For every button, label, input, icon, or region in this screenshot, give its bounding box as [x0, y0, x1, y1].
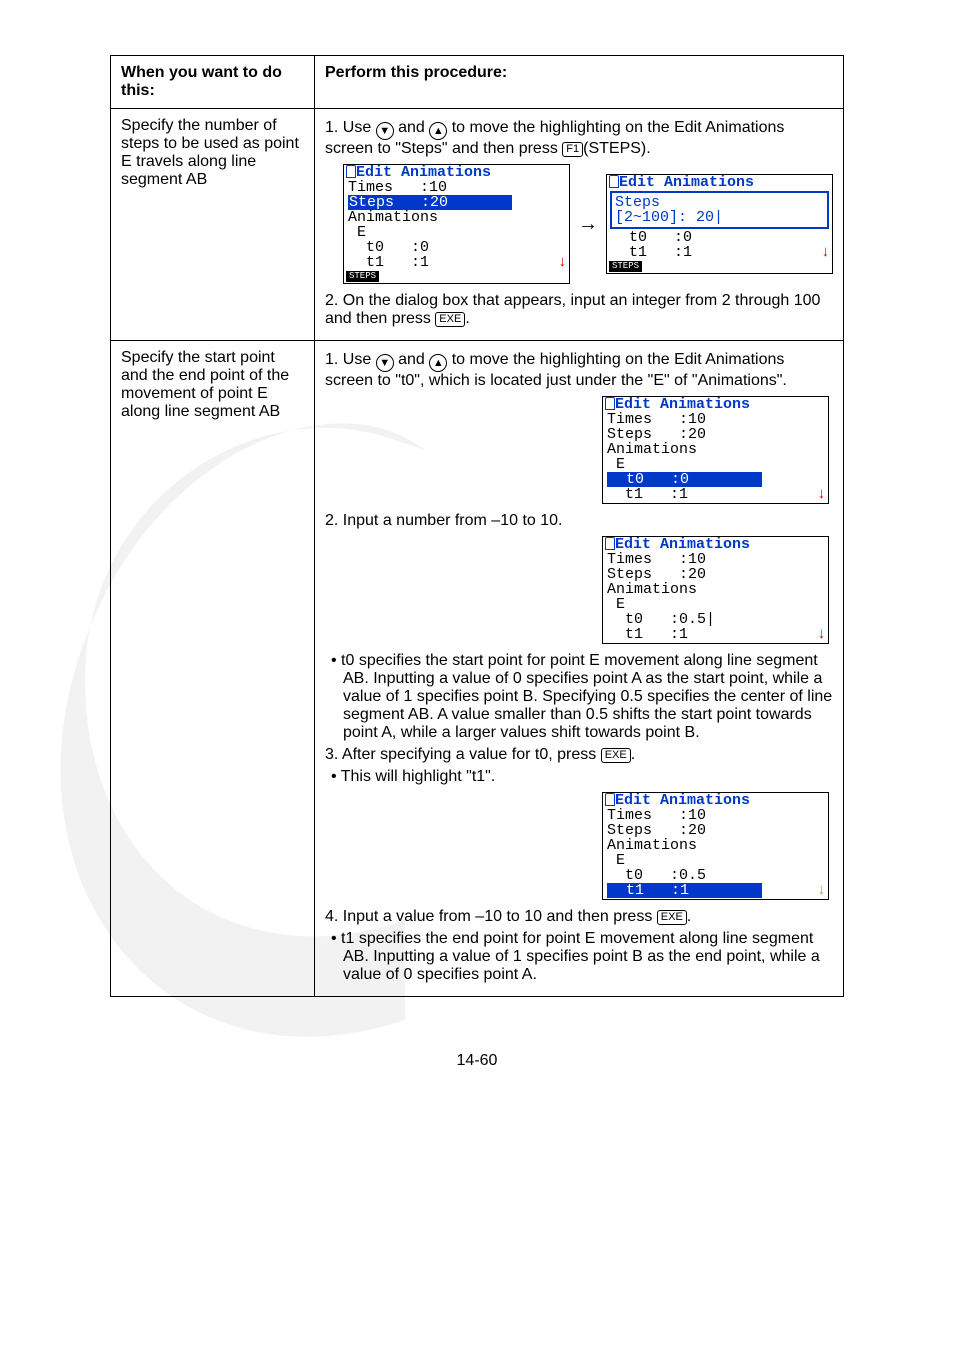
- lcd-line: Steps :20: [603, 823, 828, 838]
- scroll-down-icon: ↓: [817, 883, 826, 898]
- lcd-screen-steps-dialog: Edit Animations Steps [2~100]: 20| t0 :0…: [606, 174, 833, 274]
- header-col2: Perform this procedure:: [315, 56, 844, 109]
- row2-step4: 4. Input a value from –10 to 10 and then…: [325, 908, 833, 926]
- lcd-line: Times :10: [344, 180, 569, 195]
- lcd-line: t1 :1 ↓: [603, 627, 828, 642]
- text: (STEPS).: [583, 140, 651, 157]
- lcd-title: Edit Animations: [615, 537, 750, 552]
- up-key-icon: ▲: [429, 122, 447, 140]
- row1-step1: 1. Use ▼ and ▲ to move the highlighting …: [325, 119, 833, 158]
- lcd-title: Edit Animations: [615, 397, 750, 412]
- text: 3. After specifying a value for t0, pres…: [325, 746, 601, 763]
- text: 1. Use: [325, 119, 376, 136]
- lcd-line: E: [603, 457, 828, 472]
- row1-step2: 2. On the dialog box that appears, input…: [325, 292, 833, 328]
- lcd-dialog: Steps [2~100]: 20|: [610, 191, 829, 229]
- lcd-title: Edit Animations: [619, 175, 754, 190]
- text: and: [394, 351, 430, 368]
- lcd-line: E: [603, 853, 828, 868]
- row2-procedure: 1. Use ▼ and ▲ to move the highlighting …: [315, 341, 844, 997]
- row2-task: Specify the start point and the end poin…: [111, 341, 315, 997]
- lcd-screen-t0-input: Edit Animations Times :10 Steps :20 Anim…: [602, 536, 829, 644]
- scroll-down-icon: ↓: [821, 245, 830, 260]
- scroll-down-icon: ↓: [817, 487, 826, 502]
- lcd-line: Times :10: [603, 412, 828, 427]
- down-key-icon: ▼: [376, 122, 394, 140]
- row2-bullet2: • This will highlight "t1".: [331, 768, 833, 786]
- text: 4. Input a value from –10 to 10 and then…: [325, 908, 657, 925]
- lcd-screen-t1-highlighted: Edit Animations Times :10 Steps :20 Anim…: [602, 792, 829, 900]
- fkey-label: STEPS: [609, 261, 642, 272]
- text: .: [465, 310, 469, 327]
- text: t1 :1: [348, 254, 429, 271]
- lcd-hl-label: t1: [608, 882, 644, 899]
- lcd-line: Animations: [603, 442, 828, 457]
- header-col1: When you want to do this:: [111, 56, 315, 109]
- exe-key-icon: EXE: [435, 312, 465, 327]
- lcd-hl-val: :1: [671, 882, 689, 899]
- dialog-title: Steps: [615, 195, 824, 210]
- row2-step3: 3. After specifying a value for t0, pres…: [325, 746, 833, 764]
- text: t1 :1: [607, 626, 688, 643]
- down-key-icon: ▼: [376, 354, 394, 372]
- row2-bullet1: • t0 specifies the start point for point…: [331, 652, 833, 742]
- fkey-label: STEPS: [346, 271, 379, 282]
- lcd-line: t1 :1 ↓: [344, 255, 569, 270]
- lcd-title: Edit Animations: [356, 165, 491, 180]
- lcd-line: Animations: [603, 838, 828, 853]
- f1-key-icon: F1: [562, 142, 583, 157]
- exe-key-icon: EXE: [657, 910, 687, 925]
- procedure-table: When you want to do this: Perform this p…: [110, 55, 844, 997]
- text: .: [631, 746, 635, 763]
- lcd-line: t0 :0.5|: [603, 612, 828, 627]
- scroll-down-icon: ↓: [558, 255, 567, 270]
- lcd-title: Edit Animations: [615, 793, 750, 808]
- scroll-down-icon: ↓: [817, 627, 826, 642]
- lcd-line: Times :10: [603, 552, 828, 567]
- lcd-line: Steps :20: [344, 195, 569, 210]
- text: t1 :1: [607, 486, 688, 503]
- row1-procedure: 1. Use ▼ and ▲ to move the highlighting …: [315, 109, 844, 341]
- lcd-line: t1 :1 ↓: [603, 487, 828, 502]
- lcd-line: Steps :20: [603, 427, 828, 442]
- page-number: 14-60: [110, 1052, 844, 1070]
- row1-task: Specify the number of steps to be used a…: [111, 109, 315, 341]
- lcd-line: t0 :0: [603, 472, 828, 487]
- text: t1 :1: [611, 244, 692, 261]
- lcd-screen-t0-highlighted: Edit Animations Times :10 Steps :20 Anim…: [602, 396, 829, 504]
- lcd-line: t0 :0.5: [603, 868, 828, 883]
- lcd-line: t0 :0: [607, 230, 832, 245]
- lcd-line: Times :10: [603, 808, 828, 823]
- lcd-line: Animations: [344, 210, 569, 225]
- text: 1. Use: [325, 351, 376, 368]
- dialog-input: [2~100]: 20|: [615, 210, 824, 225]
- lcd-line: Steps :20: [603, 567, 828, 582]
- row2-step1: 1. Use ▼ and ▲ to move the highlighting …: [325, 351, 833, 390]
- arrow-right-icon: →: [578, 213, 598, 236]
- up-key-icon: ▲: [429, 354, 447, 372]
- lcd-line: Animations: [603, 582, 828, 597]
- lcd-line: E: [344, 225, 569, 240]
- lcd-line: t0 :0: [344, 240, 569, 255]
- lcd-line: t1 :1 ↓: [603, 883, 828, 898]
- row2-bullet3: • t1 specifies the end point for point E…: [331, 930, 833, 984]
- exe-key-icon: EXE: [601, 748, 631, 763]
- row2-step2: 2. Input a number from –10 to 10.: [325, 512, 833, 530]
- text: .: [687, 908, 691, 925]
- lcd-line: t1 :1 ↓: [607, 245, 832, 260]
- lcd-line: E: [603, 597, 828, 612]
- text: 2. On the dialog box that appears, input…: [325, 292, 820, 327]
- text: and: [394, 119, 430, 136]
- lcd-screen-steps-highlighted: Edit Animations Times :10 Steps :20 Anim…: [343, 164, 570, 284]
